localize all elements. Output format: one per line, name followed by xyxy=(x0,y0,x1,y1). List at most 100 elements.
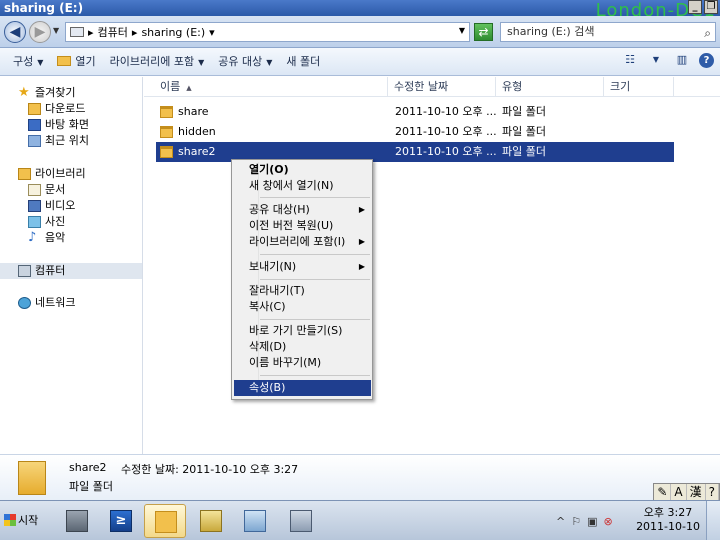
search-icon[interactable]: ⌕ xyxy=(704,24,711,42)
libraries-icon xyxy=(18,168,31,180)
nav-music-label: 음악 xyxy=(45,231,66,244)
nav-downloads[interactable]: 다운로드 xyxy=(28,101,85,117)
nav-computer[interactable]: 컴퓨터 xyxy=(0,263,142,279)
address-input[interactable]: ▸ 컴퓨터 ▸ sharing (E:) ▾ ▼ xyxy=(65,22,470,42)
column-name[interactable]: 이름 ▲ xyxy=(154,77,388,97)
open-button[interactable]: 열기 xyxy=(50,51,102,73)
forward-button[interactable]: ▶ xyxy=(29,21,51,43)
show-desktop-button[interactable] xyxy=(706,501,720,540)
network-status-icon[interactable]: ▣ xyxy=(587,515,597,528)
computer-icon xyxy=(70,27,84,37)
volume-muted-icon[interactable]: ⊗ xyxy=(604,515,613,528)
navigation-pane: ★ 즐겨찾기 다운로드 바탕 화면 최근 위치 라이브러리 문서 비디오 사진 ♪… xyxy=(0,77,143,454)
search-input[interactable]: sharing (E:) 검색 ⌕ xyxy=(500,22,716,42)
file-row-share[interactable]: share 2011-10-10 오후 ... 파일 폴더 xyxy=(156,102,674,122)
nav-pictures[interactable]: 사진 xyxy=(28,214,65,230)
breadcrumb-computer[interactable]: 컴퓨터 xyxy=(98,24,128,40)
details-name: share2 xyxy=(69,461,107,474)
menu-item-rename[interactable]: 이름 바꾸기(M) xyxy=(234,355,371,371)
ime-mode-a[interactable]: A xyxy=(671,484,687,500)
minimize-button[interactable]: _ xyxy=(688,0,702,14)
organize-button[interactable]: 구성 ▼ xyxy=(6,51,50,73)
computer-icon xyxy=(18,265,31,277)
nav-recent[interactable]: 최근 위치 xyxy=(28,133,89,149)
menu-separator xyxy=(260,375,370,376)
documents-icon xyxy=(28,184,41,196)
taskbar-network-tool[interactable] xyxy=(234,504,276,538)
file-name: hidden xyxy=(178,125,216,138)
menu-item-copy[interactable]: 복사(C) xyxy=(234,299,371,315)
column-name-label: 이름 xyxy=(160,80,181,93)
share-with-button[interactable]: 공유 대상 ▼ xyxy=(211,51,279,73)
column-modified[interactable]: 수정한 날짜 xyxy=(388,77,496,97)
nav-documents[interactable]: 문서 xyxy=(28,182,65,198)
nav-favorites[interactable]: ★ 즐겨찾기 xyxy=(18,85,75,101)
nav-libraries-label: 라이브러리 xyxy=(35,167,86,180)
new-folder-button[interactable]: 새 폴더 xyxy=(279,51,327,73)
nav-desktop[interactable]: 바탕 화면 xyxy=(28,117,89,133)
network-icon xyxy=(18,297,31,309)
menu-item-delete[interactable]: 삭제(D) xyxy=(234,339,371,355)
chevron-down-icon: ▼ xyxy=(37,57,44,67)
chevron-down-icon[interactable]: ▾ xyxy=(209,26,215,39)
menu-item-restore-previous[interactable]: 이전 버전 복원(U) xyxy=(234,218,371,234)
chevron-down-icon: ▼ xyxy=(198,57,205,67)
nav-videos[interactable]: 비디오 xyxy=(28,198,75,214)
breadcrumb-separator[interactable]: ▸ xyxy=(132,26,138,39)
nav-libraries[interactable]: 라이브러리 xyxy=(18,166,86,182)
menu-item-create-shortcut[interactable]: 바로 가기 만들기(S) xyxy=(234,323,371,339)
ime-hanja[interactable]: 漢 xyxy=(687,484,706,500)
nav-desktop-label: 바탕 화면 xyxy=(45,118,89,131)
column-size[interactable]: 크기 xyxy=(604,77,674,97)
view-options-icon[interactable]: ☷ xyxy=(621,51,639,69)
breadcrumb-sharing[interactable]: sharing (E:) xyxy=(141,26,205,39)
preview-pane-icon[interactable]: ▥ xyxy=(673,51,691,69)
taskbar-explorer[interactable] xyxy=(144,504,186,538)
chevron-right-icon: ▶ xyxy=(358,262,365,271)
menu-item-include-library[interactable]: 라이브러리에 포함(I) ▶ xyxy=(234,234,371,250)
window-title: sharing (E:) xyxy=(4,1,84,15)
back-arrow-icon: ◀ xyxy=(9,24,21,40)
clock[interactable]: 오후 3:27 2011-10-10 xyxy=(636,506,700,534)
flag-icon[interactable]: ⚐ xyxy=(571,515,581,528)
back-button[interactable]: ◀ xyxy=(4,21,26,43)
recent-pages-dropdown[interactable]: ▼ xyxy=(53,26,59,35)
taskbar: 시작 ≥ ^ ⚐ ▣ ⊗ 오후 3:27 2011-10-10 xyxy=(0,500,720,540)
taskbar-server-manager[interactable] xyxy=(56,504,98,538)
ime-help-icon[interactable]: ? xyxy=(706,484,719,500)
tray-expand-icon[interactable]: ^ xyxy=(556,515,565,528)
taskbar-admin-tools[interactable] xyxy=(190,504,232,538)
chevron-down-icon[interactable]: ▼ xyxy=(647,51,665,69)
address-history-dropdown[interactable]: ▼ xyxy=(459,26,465,35)
chevron-right-icon: ▶ xyxy=(358,205,365,214)
start-button[interactable]: 시작 xyxy=(2,510,46,532)
menu-item-label: 라이브러리에 포함(I) xyxy=(249,235,346,248)
restore-button[interactable]: ❐ xyxy=(704,0,718,14)
file-name: share2 xyxy=(178,145,216,158)
menu-item-open-new-window[interactable]: 새 창에서 열기(N) xyxy=(234,178,371,194)
menu-item-send-to[interactable]: 보내기(N) ▶ xyxy=(234,259,371,275)
column-type[interactable]: 유형 xyxy=(496,77,604,97)
window-controls: _ ❐ xyxy=(688,0,718,14)
menu-item-properties[interactable]: 속성(B) xyxy=(234,380,371,396)
clock-time: 오후 3:27 xyxy=(643,506,693,519)
taskbar-powershell[interactable]: ≥ xyxy=(100,504,142,538)
title-bar: sharing (E:) London-DC1 _ ❐ xyxy=(0,0,720,20)
details-type: 파일 폴더 xyxy=(69,480,113,493)
menu-item-open[interactable]: 열기(O) xyxy=(234,162,371,178)
file-row-hidden[interactable]: hidden 2011-10-10 오후 ... 파일 폴더 xyxy=(156,122,674,142)
nav-network[interactable]: 네트워크 xyxy=(18,295,75,311)
taskbar-remote-desktop[interactable] xyxy=(280,504,322,538)
ime-settings-icon[interactable]: ✎ xyxy=(654,484,672,500)
nav-music[interactable]: ♪ 음악 xyxy=(28,230,65,246)
include-library-button[interactable]: 라이브러리에 포함 ▼ xyxy=(103,51,212,73)
clock-date: 2011-10-10 xyxy=(636,520,700,533)
file-type: 파일 폴더 xyxy=(502,105,546,118)
nav-computer-label: 컴퓨터 xyxy=(35,264,66,277)
refresh-button[interactable]: ⇄ xyxy=(474,23,493,41)
breadcrumb-separator[interactable]: ▸ xyxy=(88,26,94,39)
menu-item-share-with[interactable]: 공유 대상(H) ▶ xyxy=(234,202,371,218)
help-icon[interactable]: ? xyxy=(699,52,714,68)
desktop-icon xyxy=(28,119,41,131)
menu-item-cut[interactable]: 잘라내기(T) xyxy=(234,283,371,299)
